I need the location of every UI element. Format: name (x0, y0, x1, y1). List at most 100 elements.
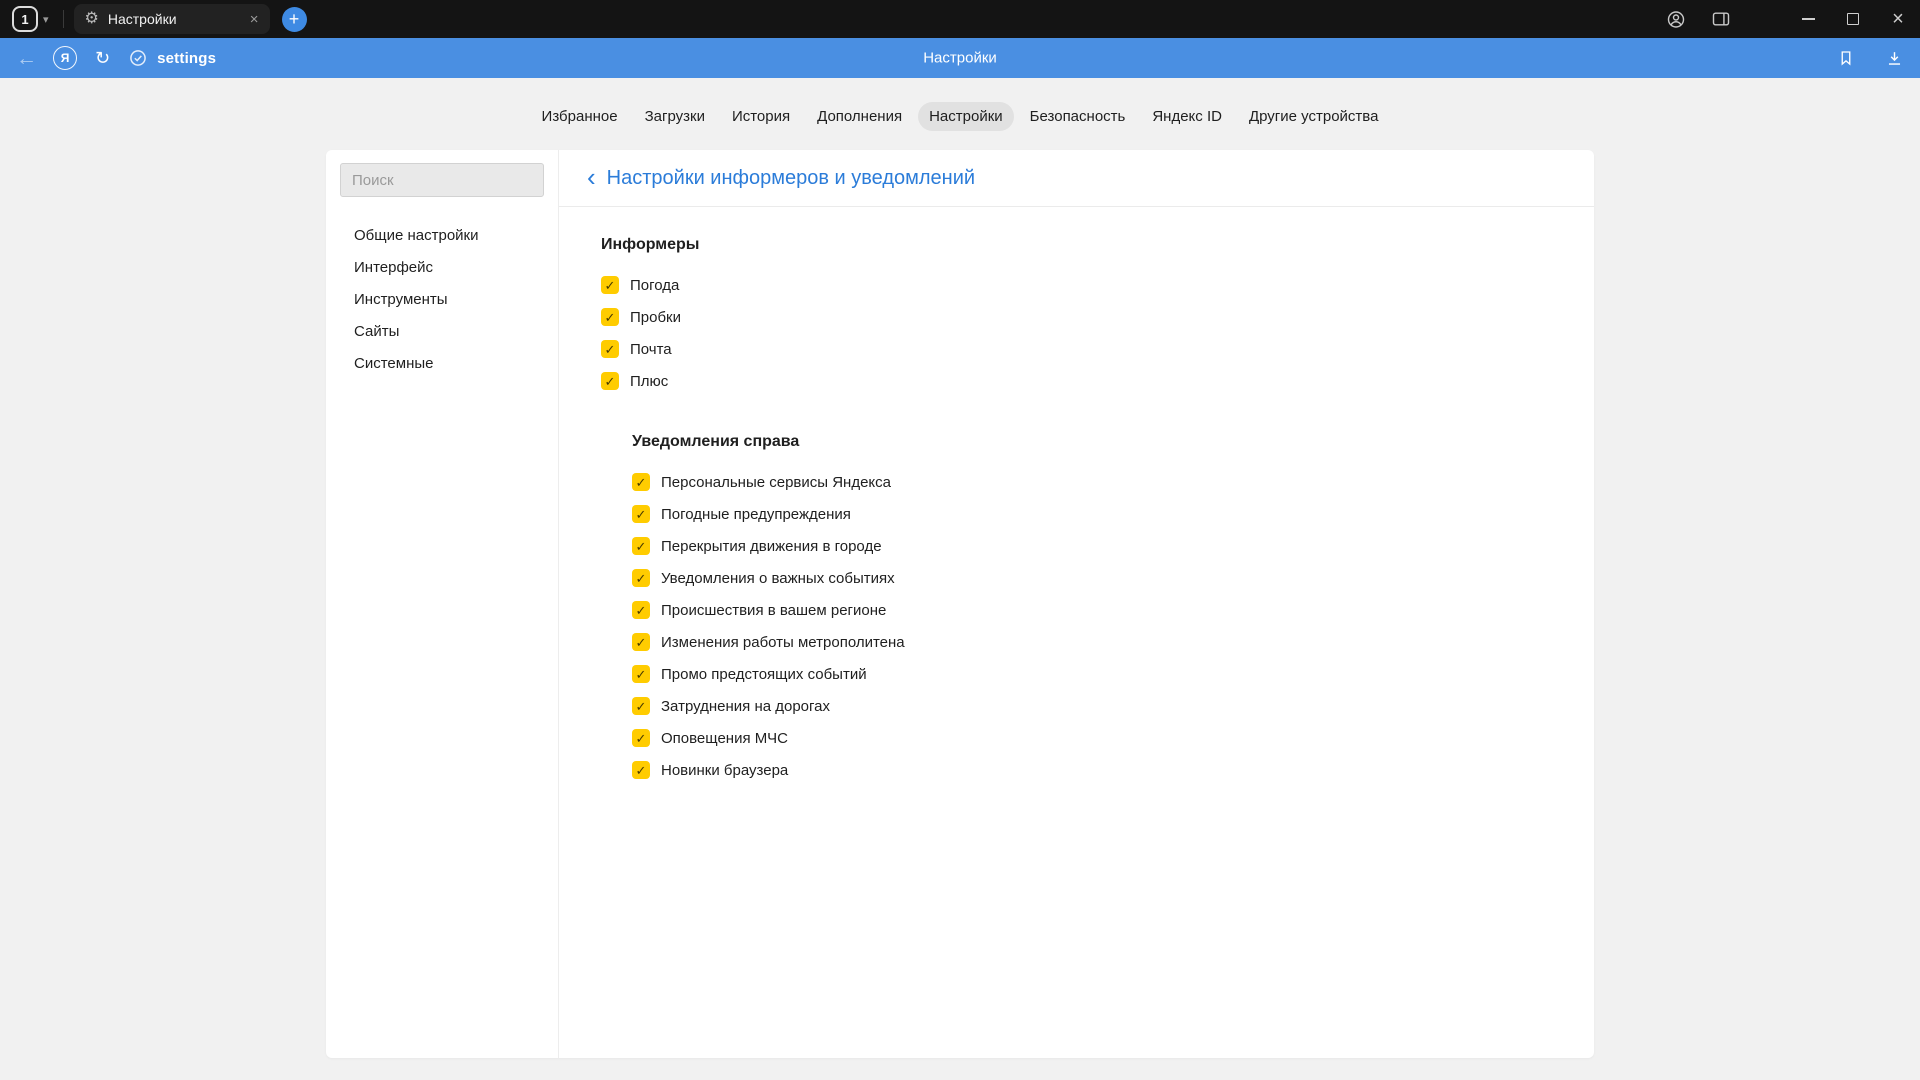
minimize-button[interactable] (1798, 9, 1818, 29)
back-icon[interactable]: ← (16, 48, 37, 69)
checkbox-row-important-events[interactable]: ✓ Уведомления о важных событиях (632, 562, 1552, 594)
nav-tab-security[interactable]: Безопасность (1019, 102, 1137, 131)
address-bar[interactable]: settings (128, 48, 216, 68)
chevron-down-icon[interactable]: ▾ (43, 13, 49, 26)
checkbox-label: Пробки (630, 309, 681, 326)
checkbox-row-metro-changes[interactable]: ✓ Изменения работы метрополитена (632, 626, 1552, 658)
notifications-list: ✓ Персональные сервисы Яндекса ✓ Погодны… (632, 466, 1552, 786)
tab-close-icon[interactable]: × (250, 12, 259, 27)
checkbox-label: Уведомления о важных событиях (661, 570, 895, 587)
checkbox-checked[interactable]: ✓ (632, 473, 650, 491)
side-panel-icon[interactable] (1711, 9, 1731, 29)
checkbox-label: Погодные предупреждения (661, 506, 851, 523)
protect-badge-icon[interactable] (128, 48, 148, 68)
browser-tab-settings[interactable]: ⚙ Настройки × (74, 4, 270, 34)
informers-list: ✓ Погода ✓ Пробки ✓ Почта ✓ Плюс (601, 269, 1552, 397)
checkbox-label: Изменения работы метрополитена (661, 634, 905, 651)
sidebar-item-tools[interactable]: Инструменты (340, 283, 544, 315)
nav-tab-settings[interactable]: Настройки (918, 102, 1014, 131)
checkbox-checked[interactable]: ✓ (632, 633, 650, 651)
settings-page: Избранное Загрузки История Дополнения На… (0, 78, 1920, 1080)
checkbox-row-traffic[interactable]: ✓ Пробки (601, 301, 1552, 333)
sidebar-item-general[interactable]: Общие настройки (340, 219, 544, 251)
checkbox-label: Оповещения МЧС (661, 730, 788, 747)
notifications-subsection: Уведомления справа ✓ Персональные сервис… (632, 433, 1552, 786)
content-title[interactable]: Настройки информеров и уведомлений (607, 167, 975, 190)
checkbox-row-plus[interactable]: ✓ Плюс (601, 365, 1552, 397)
checkbox-row-promo-events[interactable]: ✓ Промо предстоящих событий (632, 658, 1552, 690)
sidebar-item-sites[interactable]: Сайты (340, 315, 544, 347)
address-text[interactable]: settings (157, 50, 216, 67)
check-icon: ✓ (636, 476, 647, 489)
checkbox-checked[interactable]: ✓ (632, 601, 650, 619)
checkbox-label: Персональные сервисы Яндекса (661, 474, 891, 491)
checkbox-row-road-difficulties[interactable]: ✓ Затруднения на дорогах (632, 690, 1552, 722)
sidebar-list: Общие настройки Интерфейс Инструменты Са… (340, 219, 544, 379)
titlebar: 1 ▾ ⚙ Настройки × + × (0, 0, 1920, 38)
menu-icon[interactable] (1756, 9, 1773, 29)
reload-icon[interactable]: ↻ (95, 49, 110, 67)
checkbox-label: Погода (630, 277, 679, 294)
page-title: Настройки (923, 50, 997, 67)
checkbox-row-mail[interactable]: ✓ Почта (601, 333, 1552, 365)
new-tab-button[interactable]: + (282, 7, 307, 32)
check-icon: ✓ (605, 343, 616, 356)
settings-sidebar: Общие настройки Интерфейс Инструменты Са… (326, 150, 559, 1058)
nav-tab-extensions[interactable]: Дополнения (806, 102, 913, 131)
bookmark-icon[interactable] (1836, 48, 1856, 68)
yandex-logo-icon[interactable]: Я (53, 46, 77, 70)
checkbox-checked[interactable]: ✓ (601, 340, 619, 358)
checkbox-checked[interactable]: ✓ (632, 729, 650, 747)
maximize-button[interactable] (1843, 9, 1863, 29)
gear-icon: ⚙ (85, 11, 99, 27)
checkbox-row-browser-news[interactable]: ✓ Новинки браузера (632, 754, 1552, 786)
checkbox-checked[interactable]: ✓ (632, 505, 650, 523)
back-chevron-icon[interactable]: ‹ (587, 164, 596, 190)
checkbox-checked[interactable]: ✓ (601, 308, 619, 326)
downloads-icon[interactable] (1884, 48, 1904, 68)
settings-content: ‹ Настройки информеров и уведомлений Инф… (559, 150, 1594, 1058)
nav-tab-yandex-id[interactable]: Яндекс ID (1141, 102, 1233, 131)
search-input[interactable] (340, 163, 544, 197)
checkbox-checked[interactable]: ✓ (632, 569, 650, 587)
close-window-button[interactable]: × (1888, 9, 1908, 29)
checkbox-checked[interactable]: ✓ (601, 276, 619, 294)
nav-tab-downloads[interactable]: Загрузки (634, 102, 716, 131)
checkbox-label: Перекрытия движения в городе (661, 538, 882, 555)
browser-toolbar: ← Я ↻ settings Настройки (0, 38, 1920, 78)
check-icon: ✓ (636, 700, 647, 713)
nav-tab-favorites[interactable]: Избранное (531, 102, 629, 131)
checkbox-row-personal-services[interactable]: ✓ Персональные сервисы Яндекса (632, 466, 1552, 498)
profile-avatar-icon[interactable] (1666, 9, 1686, 29)
plus-icon: + (289, 10, 300, 28)
checkbox-row-weather-warnings[interactable]: ✓ Погодные предупреждения (632, 498, 1552, 530)
checkbox-checked[interactable]: ✓ (632, 761, 650, 779)
checkbox-label: Промо предстоящих событий (661, 666, 867, 683)
content-body: Информеры ✓ Погода ✓ Пробки ✓ Почта (559, 207, 1594, 786)
checkbox-checked[interactable]: ✓ (632, 537, 650, 555)
section-heading-notifications: Уведомления справа (632, 433, 1552, 451)
tab-count: 1 (21, 12, 28, 27)
check-icon: ✓ (636, 764, 647, 777)
checkbox-row-road-closures[interactable]: ✓ Перекрытия движения в городе (632, 530, 1552, 562)
check-icon: ✓ (636, 604, 647, 617)
check-icon: ✓ (636, 668, 647, 681)
checkbox-checked[interactable]: ✓ (632, 697, 650, 715)
checkbox-row-weather[interactable]: ✓ Погода (601, 269, 1552, 301)
check-icon: ✓ (636, 732, 647, 745)
check-icon: ✓ (605, 311, 616, 324)
sidebar-item-interface[interactable]: Интерфейс (340, 251, 544, 283)
check-icon: ✓ (636, 572, 647, 585)
content-header: ‹ Настройки информеров и уведомлений (559, 150, 1594, 207)
checkbox-checked[interactable]: ✓ (632, 665, 650, 683)
tab-group-button[interactable]: 1 (12, 6, 38, 32)
checkbox-checked[interactable]: ✓ (601, 372, 619, 390)
sidebar-item-system[interactable]: Системные (340, 347, 544, 379)
checkbox-label: Новинки браузера (661, 762, 788, 779)
check-icon: ✓ (636, 540, 647, 553)
nav-tab-history[interactable]: История (721, 102, 801, 131)
nav-tab-other-devices[interactable]: Другие устройства (1238, 102, 1389, 131)
tab-title: Настройки (108, 11, 241, 27)
checkbox-row-regional-incidents[interactable]: ✓ Происшествия в вашем регионе (632, 594, 1552, 626)
checkbox-row-emergency-alerts[interactable]: ✓ Оповещения МЧС (632, 722, 1552, 754)
